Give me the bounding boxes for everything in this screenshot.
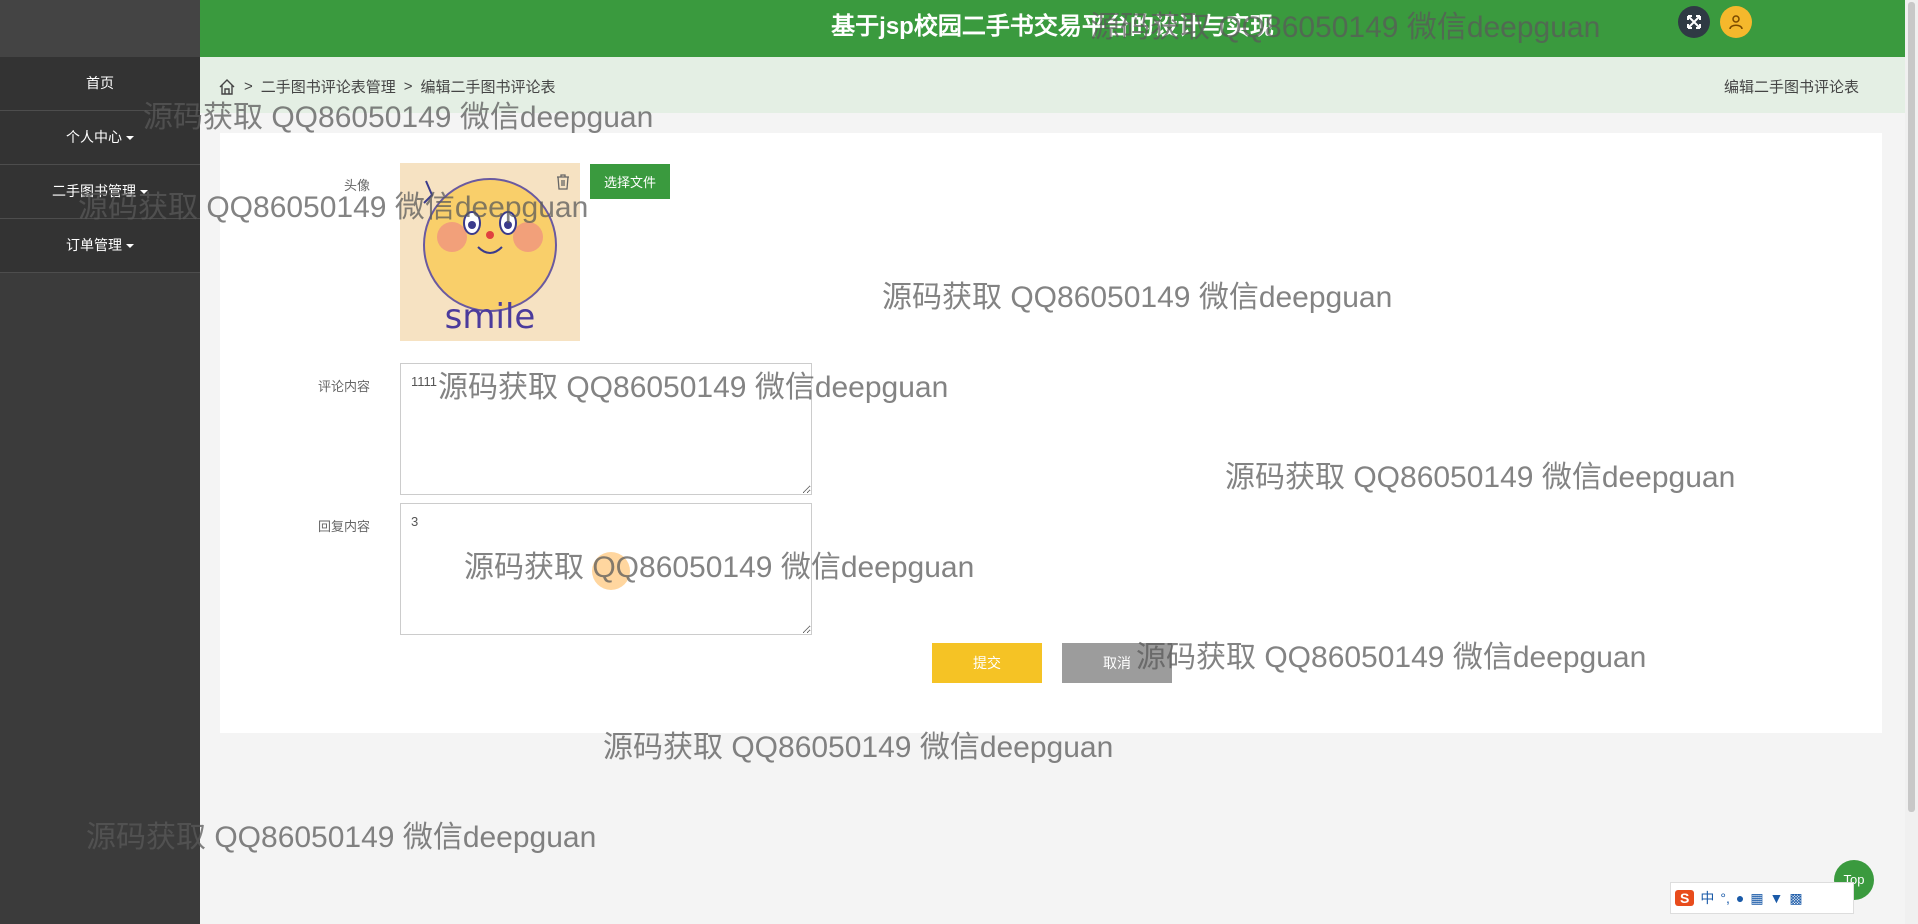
scrollbar-thumb[interactable]	[1908, 2, 1915, 812]
comment-textarea[interactable]: 1111	[400, 363, 812, 495]
submit-button[interactable]: 提交	[932, 643, 1042, 683]
cancel-button[interactable]: 取消	[1062, 643, 1172, 683]
user-button[interactable]	[1720, 6, 1752, 38]
delete-avatar-button[interactable]	[555, 173, 571, 196]
reply-label: 回复内容	[317, 519, 370, 534]
avatar-image-text: smile	[445, 297, 536, 337]
breadcrumb-item-comment-management[interactable]: 二手图书评论表管理	[261, 76, 396, 97]
choose-file-button[interactable]: 选择文件	[590, 164, 670, 199]
caret-down-icon	[126, 244, 134, 249]
top-header: 基于jsp校园二手书交易平台的设计与实现	[200, 0, 1905, 57]
sidebar-item-label: 订单管理	[66, 237, 122, 253]
sidebar-item-label: 个人中心	[66, 129, 122, 145]
punctuation-icon[interactable]: °,	[1720, 890, 1730, 906]
smile-sticker-icon: smile	[400, 163, 580, 341]
breadcrumb: > 二手图书评论表管理 > 编辑二手图书评论表	[218, 76, 556, 97]
avatar-image: smile	[400, 163, 580, 341]
breadcrumb-bar: > 二手图书评论表管理 > 编辑二手图书评论表 编辑二手图书评论表	[200, 57, 1905, 113]
user-icon	[1729, 15, 1743, 30]
sidebar-item-home[interactable]: 首页	[0, 57, 200, 111]
ime-toolbar[interactable]: S 中 °, ● ▦ ▼ ▩	[1670, 882, 1854, 914]
sidebar-item-label: 二手图书管理	[52, 183, 136, 199]
sidebar-item-label: 首页	[86, 75, 114, 91]
sidebar-item-order-management[interactable]: 订单管理	[0, 219, 200, 273]
vertical-scrollbar[interactable]	[1905, 0, 1918, 924]
breadcrumb-page-title: 编辑二手图书评论表	[1723, 79, 1859, 96]
edit-form-panel: 头像 smile 选择文件 评论内容 1111 回复内容 3 提交 取消	[220, 133, 1882, 733]
sidebar-item-book-management[interactable]: 二手图书管理	[0, 165, 200, 219]
sidebar: 首页 个人中心 二手图书管理 订单管理	[0, 0, 200, 924]
fullscreen-icon	[1687, 15, 1701, 29]
comment-label: 评论内容	[317, 379, 370, 394]
breadcrumb-separator: >	[244, 78, 253, 95]
sidebar-logo-strip	[0, 0, 200, 57]
keyboard-icon[interactable]: ▦	[1750, 890, 1763, 907]
breadcrumb-item-edit-comment: 编辑二手图书评论表	[420, 79, 556, 96]
mouse-cursor-highlight	[592, 552, 630, 590]
ime-language-toggle[interactable]: 中	[1700, 888, 1714, 908]
sogou-logo-icon: S	[1675, 890, 1695, 906]
toolbox-icon[interactable]: ▩	[1789, 890, 1802, 907]
sidebar-item-personal-center[interactable]: 个人中心	[0, 111, 200, 165]
caret-down-icon	[126, 136, 134, 141]
avatar-label: 头像	[343, 178, 370, 193]
microphone-icon[interactable]: ●	[1736, 890, 1744, 906]
fullscreen-button[interactable]	[1678, 6, 1710, 38]
caret-down-icon	[140, 190, 148, 195]
page-title: 基于jsp校园二手书交易平台的设计与实现	[831, 13, 1274, 40]
home-icon[interactable]	[218, 78, 236, 96]
skin-icon[interactable]: ▼	[1770, 890, 1784, 906]
trash-icon	[557, 174, 569, 190]
breadcrumb-separator: >	[403, 78, 413, 95]
